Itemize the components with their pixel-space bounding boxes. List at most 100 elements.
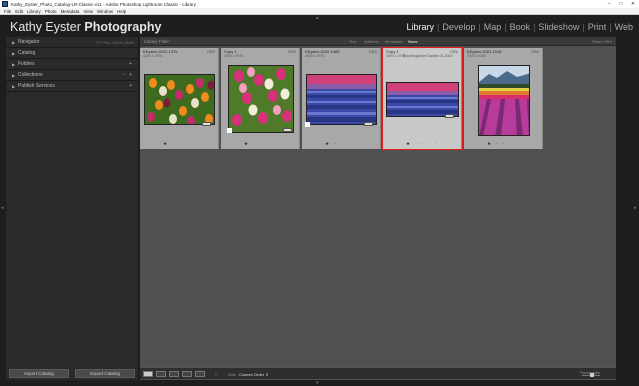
window-title: Kathy_Eyster_Photo_Catalog-LR-Classic-v1… — [11, 1, 197, 7]
photo-thumbnail-hyacinth-field[interactable] — [306, 74, 377, 125]
module-book[interactable]: Book — [510, 22, 531, 32]
module-web[interactable]: Web — [615, 22, 633, 32]
menu-photo[interactable]: Photo — [45, 9, 57, 14]
navigator-zoom-options[interactable]: FIT FILL 100% 200% — [96, 40, 134, 45]
filters-off-dropdown[interactable]: Filters Off ▾ — [592, 39, 612, 44]
navigator-panel-header[interactable]: ▶ Navigator FIT FILL 100% 200% — [6, 37, 138, 48]
filter-none[interactable]: None — [408, 39, 418, 44]
metadata-badge-icon[interactable] — [283, 128, 292, 132]
add-collection-icon[interactable]: + — [129, 72, 132, 78]
star-rating[interactable]: ★ · · · · — [383, 141, 462, 147]
metadata-badge-icon[interactable] — [202, 122, 211, 126]
grid-cell[interactable]: KEyster-2022-1918 CR2 2976 x 4000 ★ · · … — [464, 48, 543, 149]
title-bar: Kathy_Eyster_Photo_Catalog-LR-Classic-v1… — [0, 0, 639, 8]
collapse-filmstrip-arrow-icon[interactable]: ▾ — [316, 380, 319, 386]
photo-thumbnail-hyacinth-crop[interactable] — [386, 82, 459, 117]
photo-thumbnail-tulip-field-mountain[interactable] — [478, 65, 530, 136]
menu-edit[interactable]: Edit — [15, 9, 23, 14]
identity-plate: Kathy Eyster Photography — [10, 20, 161, 34]
add-publish-service-icon[interactable]: + — [129, 83, 132, 89]
close-button[interactable]: ✕ — [627, 0, 639, 8]
star-rating[interactable]: ★ · · · · — [221, 141, 300, 147]
metadata-badge-icon[interactable] — [364, 122, 373, 126]
survey-view-icon[interactable] — [182, 371, 192, 377]
filter-attribute[interactable]: Attribute — [364, 39, 379, 44]
metadata-badge-icon[interactable] — [445, 114, 454, 118]
copy-corner-icon — [305, 122, 310, 127]
photo-file-type: CR2 — [287, 49, 296, 54]
menu-library[interactable]: Library — [27, 9, 41, 14]
right-panel-collapsed — [616, 37, 633, 380]
photo-thumbnail-tulips-pink[interactable] — [228, 65, 294, 133]
module-separator: | — [582, 22, 585, 32]
library-filter-title: Library Filter : — [144, 38, 172, 44]
thumbnail-size-slider-knob[interactable] — [590, 373, 594, 377]
photo-dimensions: 2976 x 4000 — [467, 54, 487, 58]
filter-metadata[interactable]: Metadata — [385, 39, 402, 44]
loupe-view-icon[interactable] — [156, 371, 166, 377]
photo-file-type: CR2 — [530, 49, 539, 54]
tulips-mixed-image — [145, 75, 214, 124]
tulips-pink-image — [229, 66, 293, 132]
people-view-icon[interactable] — [195, 371, 205, 377]
publish-services-panel-header[interactable]: ▶ Publish Services + — [6, 81, 138, 92]
sort-label: Sort: — [228, 371, 237, 377]
photo-caption: Roozengaarde Garden 04-2022 — [403, 54, 453, 58]
module-separator: | — [504, 22, 507, 32]
module-separator: | — [533, 22, 536, 32]
grid-view-icon[interactable] — [143, 371, 153, 377]
menu-file[interactable]: File — [4, 9, 11, 14]
collapse-left-panel-arrow-icon[interactable]: ◂ — [1, 205, 4, 211]
maximize-button[interactable]: □ — [615, 0, 627, 8]
copy-corner-icon — [227, 128, 232, 133]
module-map[interactable]: Map — [484, 22, 502, 32]
hyacinth-field-image — [307, 75, 376, 124]
menu-view[interactable]: View — [83, 9, 93, 14]
catalog-panel-header[interactable]: ▶ Catalog — [6, 48, 138, 59]
library-filter-bar: Library Filter : Text Attribute Metadata… — [140, 37, 616, 46]
remove-collection-icon[interactable]: − — [123, 72, 126, 78]
folders-panel-header[interactable]: ▶ Folders + — [6, 59, 138, 70]
module-print[interactable]: Print — [588, 22, 607, 32]
collapse-top-panel-arrow-icon[interactable]: ▴ — [316, 15, 319, 21]
photo-dimensions: 4000 x 2976 — [305, 54, 325, 58]
collections-label: Collections — [18, 72, 43, 78]
import-catalog-button[interactable]: Import Catalog — [9, 368, 69, 378]
photo-thumbnail-tulips-mixed[interactable] — [144, 74, 215, 125]
module-picker: Library | Develop | Map | Book | Slidesh… — [406, 22, 633, 32]
star-rating[interactable]: ★ · · · · — [140, 141, 219, 147]
photo-dimensions: 4000 x 2976 — [143, 54, 163, 58]
grid-cell[interactable]: KEyster-2022-1376 CR2 4000 x 2976 ★ · · … — [140, 48, 219, 149]
star-rating[interactable]: ★ · · · · — [302, 141, 381, 147]
sort-order-dropdown[interactable]: Custom Order ⇕ — [239, 372, 269, 377]
photo-file-type: CR2 — [206, 49, 215, 54]
spray-can-icon[interactable]: ⌇ — [215, 372, 217, 377]
grid-view: Library Filter : Text Attribute Metadata… — [140, 37, 616, 380]
identity-studio: Photography — [84, 20, 162, 34]
lightroom-window: Kathy_Eyster_Photo_Catalog-LR-Classic-v1… — [0, 0, 639, 386]
compare-view-icon[interactable] — [169, 371, 179, 377]
window-controls: – □ ✕ — [603, 0, 639, 8]
grid-cell-selected[interactable]: Copy 1 CR2 4000 x 2976 Roozengaarde Gard… — [382, 47, 463, 150]
grid-cell[interactable]: KEyster-2022-1465 CR2 4000 x 2976 ★ · · … — [302, 48, 381, 149]
menu-window[interactable]: Window — [97, 9, 113, 14]
module-develop[interactable]: Develop — [442, 22, 475, 32]
identity-name: Kathy Eyster — [10, 20, 81, 34]
left-panel-footer: Import Catalog Export Catalog — [6, 366, 138, 380]
lightroom-app-icon — [2, 1, 8, 7]
star-rating[interactable]: ★ · · · · — [464, 141, 543, 147]
filter-text[interactable]: Text — [349, 39, 356, 44]
minimize-button[interactable]: – — [603, 0, 615, 8]
collections-panel-header[interactable]: ▶ Collections − + — [6, 70, 138, 81]
module-library[interactable]: Library — [406, 22, 434, 32]
menu-help[interactable]: Help — [117, 9, 126, 14]
add-folder-icon[interactable]: + — [129, 61, 132, 67]
export-catalog-button[interactable]: Export Catalog — [75, 368, 135, 378]
catalog-label: Catalog — [18, 50, 36, 56]
grid-cell[interactable]: Copy 1 CR2 4000 x 2976 ★ · · · · — [221, 48, 300, 149]
publish-services-label: Publish Services — [18, 83, 55, 89]
photo-file-type: CR2 — [368, 49, 377, 54]
module-slideshow[interactable]: Slideshow — [538, 22, 579, 32]
menu-metadata[interactable]: Metadata — [61, 9, 80, 14]
collapse-right-panel-arrow-icon[interactable]: ▸ — [634, 205, 637, 211]
